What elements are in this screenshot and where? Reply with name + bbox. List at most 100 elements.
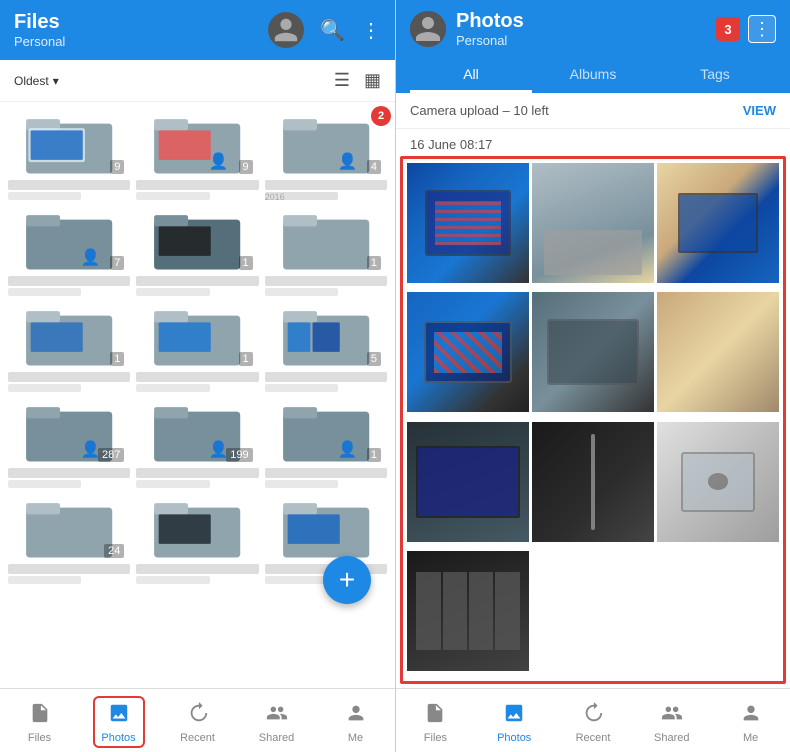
sort-button[interactable]: Oldest ▾	[14, 74, 59, 88]
nav-item-recent[interactable]: Recent	[158, 702, 237, 744]
folder-count: 5	[367, 352, 381, 366]
badge-2: 2	[371, 106, 391, 126]
folder-label	[8, 276, 130, 286]
list-item[interactable]: 1	[8, 302, 130, 392]
folder-icon: 9	[8, 110, 130, 178]
right-recent-nav-icon	[582, 702, 604, 730]
folder-count: 7	[110, 256, 124, 270]
photo-item[interactable]	[657, 292, 779, 412]
folder-count: 199	[226, 448, 252, 462]
list-item[interactable]: 1	[136, 206, 258, 296]
right-me-nav-icon	[740, 702, 762, 730]
folder-label	[136, 276, 258, 286]
photo-item[interactable]	[407, 292, 529, 412]
left-header-title-group: Files Personal	[14, 11, 65, 49]
folder-sublabel	[8, 192, 81, 200]
left-header-actions: 🔍 ⋮	[268, 12, 381, 48]
right-bottom-nav: Files Photos Recent Shared Me	[396, 688, 790, 752]
folder-label	[265, 180, 387, 190]
upload-text: Camera upload – 10 left	[410, 103, 549, 118]
folder-count: 287	[98, 448, 124, 462]
right-photos-nav-icon	[503, 702, 525, 730]
right-nav-item-files[interactable]: Files	[396, 702, 475, 744]
right-title-group: Photos Personal	[456, 10, 524, 48]
folder-count: 24	[104, 544, 124, 558]
list-item[interactable]: 👤 287	[8, 398, 130, 488]
toolbar-right: ☰ ▦	[334, 70, 381, 91]
right-header: Photos Personal 3 ⋮ All Albums Tags	[396, 0, 790, 93]
list-item[interactable]: 👤 199	[136, 398, 258, 488]
list-item[interactable]: 👤 9	[136, 110, 258, 200]
more-options-button[interactable]: ⋮	[748, 15, 776, 43]
photos-panel: Photos Personal 3 ⋮ All Albums Tags Came…	[396, 0, 790, 752]
folder-icon: 1	[136, 206, 258, 274]
list-item[interactable]: 👤 7	[8, 206, 130, 296]
grid-view-icon[interactable]: ▦	[364, 70, 381, 91]
right-header-actions: 3 ⋮	[716, 15, 776, 43]
files-nav-icon	[29, 702, 51, 730]
nav-item-shared[interactable]: Shared	[237, 702, 316, 744]
photo-item[interactable]	[532, 163, 654, 283]
photo-item[interactable]	[407, 422, 529, 542]
folder-sublabel	[136, 288, 209, 296]
avatar	[268, 12, 304, 48]
search-icon[interactable]: 🔍	[320, 18, 345, 43]
folder-icon	[136, 494, 258, 562]
folder-count: 9	[239, 160, 253, 174]
recent-nav-icon	[187, 702, 209, 730]
right-nav-item-shared[interactable]: Shared	[632, 702, 711, 744]
folder-count: 1	[110, 352, 124, 366]
folder-sublabel	[136, 480, 209, 488]
tab-all[interactable]: All	[410, 56, 532, 93]
photo-item[interactable]	[532, 422, 654, 542]
list-item[interactable]: 1	[265, 206, 387, 296]
right-nav-item-me[interactable]: Me	[711, 702, 790, 744]
fab-add-button[interactable]: +	[323, 556, 371, 604]
list-view-icon[interactable]: ☰	[334, 70, 350, 91]
tab-albums[interactable]: Albums	[532, 56, 654, 93]
photo-item[interactable]	[407, 551, 529, 671]
folder-label	[8, 372, 130, 382]
folder-label	[265, 468, 387, 478]
left-bottom-nav: Files Photos Recent Shared Me	[0, 688, 395, 752]
list-item[interactable]: 24	[8, 494, 130, 584]
right-nav-item-recent[interactable]: Recent	[554, 702, 633, 744]
folder-icon: 👤 199	[136, 398, 258, 466]
right-avatar	[410, 11, 446, 47]
folder-label	[136, 372, 258, 382]
photo-item[interactable]	[532, 292, 654, 412]
folder-label	[136, 468, 258, 478]
folder-label	[8, 468, 130, 478]
right-nav-item-photos[interactable]: Photos	[475, 702, 554, 744]
list-item[interactable]: 👤 4 2 2016	[265, 110, 387, 200]
folder-icon: 👤 287	[8, 398, 130, 466]
svg-text:👤: 👤	[337, 152, 357, 171]
right-photos-nav-label: Photos	[497, 732, 531, 744]
list-item[interactable]: 9	[8, 110, 130, 200]
tab-tags[interactable]: Tags	[654, 56, 776, 93]
list-item[interactable]	[136, 494, 258, 584]
list-item[interactable]: 👤 1	[265, 398, 387, 488]
folder-sublabel	[136, 576, 209, 584]
right-shared-nav-label: Shared	[654, 732, 689, 744]
photo-item[interactable]	[407, 163, 529, 283]
list-item[interactable]: 1	[136, 302, 258, 392]
photo-item[interactable]	[657, 422, 779, 542]
me-nav-label: Me	[348, 732, 363, 744]
sort-label-text: Oldest	[14, 74, 49, 88]
folder-sublabel	[8, 480, 81, 488]
nav-item-me[interactable]: Me	[316, 702, 395, 744]
more-options-icon[interactable]: ⋮	[361, 18, 381, 43]
nav-item-photos[interactable]: Photos	[79, 702, 158, 744]
upload-banner: Camera upload – 10 left VIEW	[396, 93, 790, 129]
nav-item-files[interactable]: Files	[0, 702, 79, 744]
folder-count: 1	[239, 256, 253, 270]
photos-title: Photos	[456, 10, 524, 33]
view-link[interactable]: VIEW	[743, 103, 776, 118]
files-title: Files	[14, 11, 65, 34]
right-recent-nav-label: Recent	[576, 732, 611, 744]
me-nav-icon	[345, 702, 367, 730]
list-item[interactable]: 5	[265, 302, 387, 392]
folder-label	[8, 180, 130, 190]
photo-item[interactable]	[657, 163, 779, 283]
